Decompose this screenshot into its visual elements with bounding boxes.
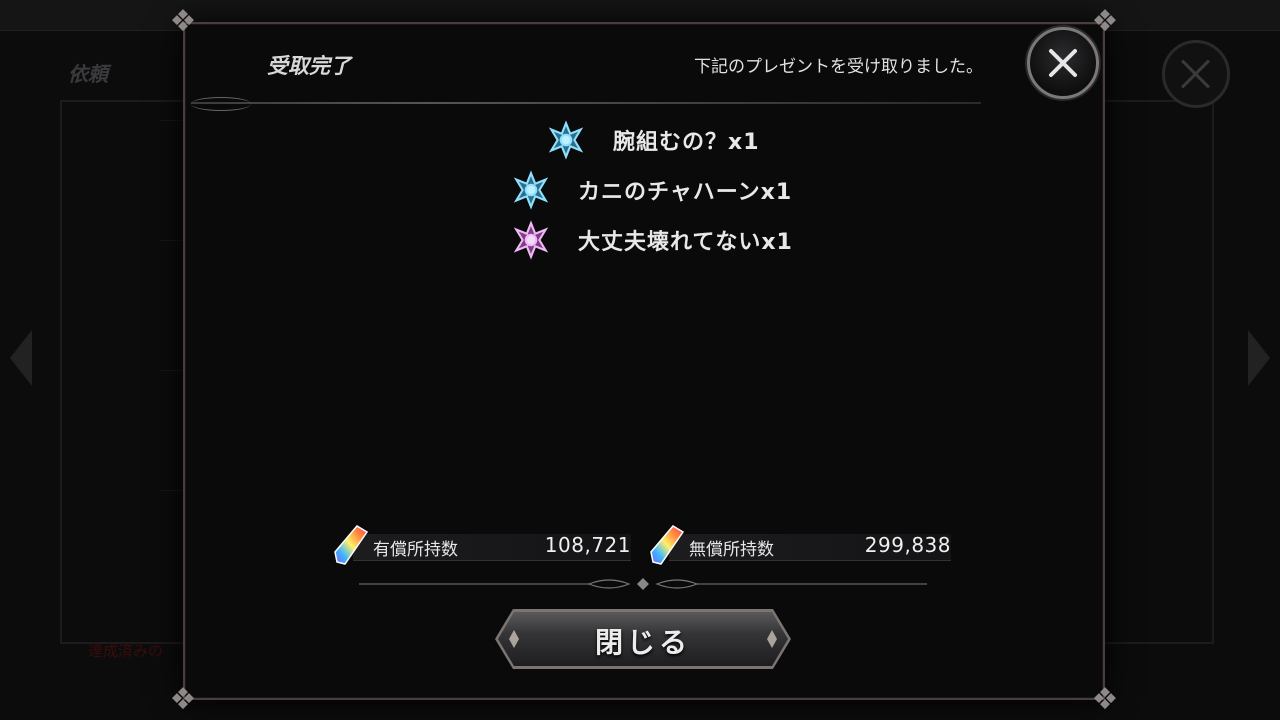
free-gem-value: 299,838 bbox=[864, 533, 951, 557]
dialog-message: 下記のプレゼントを受け取りました。 bbox=[694, 57, 983, 77]
reward-label: カニのチャハーンx1 bbox=[578, 180, 793, 205]
background-screen-title: 依頼 bbox=[68, 62, 108, 86]
corner-ornament-icon: ❖ bbox=[169, 682, 197, 717]
rainbow-gem-icon bbox=[334, 525, 369, 565]
dialog-title: 受取完了 bbox=[267, 54, 351, 78]
paid-gem-label: 有償所持数 bbox=[373, 540, 458, 560]
blue-crest-icon bbox=[548, 120, 584, 160]
free-gem-label: 無償所持数 bbox=[689, 540, 774, 560]
title-divider bbox=[191, 97, 981, 111]
close-icon-button[interactable] bbox=[1027, 27, 1099, 99]
close-button-label: 閉じる bbox=[594, 626, 691, 659]
reward-item: カニのチャハーンx1 bbox=[510, 170, 792, 210]
reward-label: 腕組むの？x1 bbox=[613, 130, 760, 155]
rainbow-gem-icon bbox=[650, 525, 685, 565]
close-icon bbox=[1030, 30, 1096, 96]
corner-ornament-icon: ❖ bbox=[169, 4, 197, 39]
reward-item: 腕組むの？x1 bbox=[545, 120, 760, 160]
ornament-divider bbox=[359, 578, 927, 590]
paid-gem-counter: 有償所持数 108,721 bbox=[333, 524, 631, 565]
paid-gem-value: 108,721 bbox=[544, 533, 631, 557]
close-button[interactable]: 閉じる bbox=[495, 609, 791, 669]
background-left-arrow-icon bbox=[10, 330, 32, 386]
background-right-arrow-icon bbox=[1248, 330, 1270, 386]
free-gem-counter: 無償所持数 299,838 bbox=[649, 524, 951, 565]
background-note: 達成済みの bbox=[88, 642, 164, 660]
blue-crest-icon bbox=[513, 170, 549, 210]
pink-crest-icon bbox=[513, 220, 549, 260]
background-close-icon bbox=[1162, 40, 1230, 108]
reward-item: 大丈夫壊れてないx1 bbox=[510, 220, 793, 260]
reward-received-dialog: ❖ ❖ ❖ ❖ 受取完了 下記のプレゼントを受け取りました。 腕組むの？x1 カ… bbox=[170, 4, 1119, 717]
corner-ornament-icon: ❖ bbox=[1091, 682, 1119, 717]
reward-label: 大丈夫壊れてないx1 bbox=[578, 230, 793, 255]
